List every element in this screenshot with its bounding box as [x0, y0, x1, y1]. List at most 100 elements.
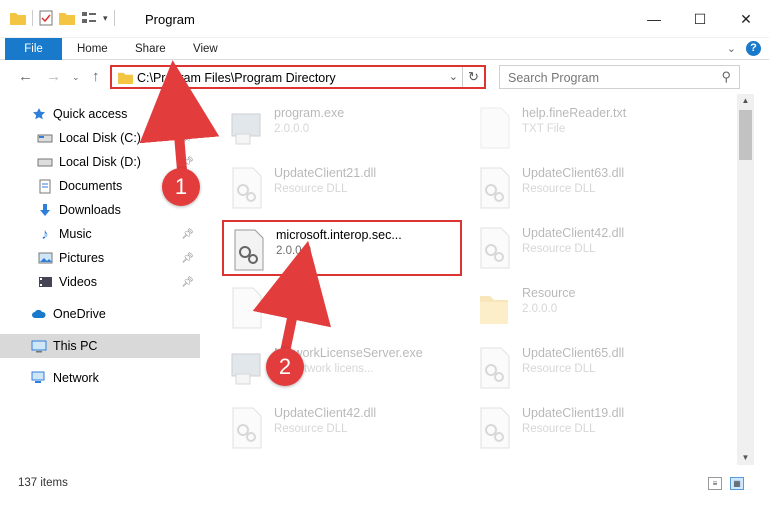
- star-icon: [30, 105, 48, 123]
- scroll-up-icon[interactable]: ▲: [737, 94, 754, 108]
- network-icon: [30, 369, 48, 387]
- quick-access-toolbar: ▾: [10, 10, 115, 26]
- file-tile-updateclient42[interactable]: UpdateClient42.dll Resource DLL: [470, 220, 710, 276]
- file-tile-help-txt[interactable]: help.fineReader.txt TXT File: [470, 100, 710, 156]
- file-name: microsoft.interop.sec...: [276, 228, 402, 242]
- close-icon[interactable]: ✕: [723, 0, 769, 38]
- file-detail: Resource DLL: [274, 423, 348, 435]
- pin-icon[interactable]: 📌︎: [181, 277, 194, 288]
- file-detail: TXT File: [522, 123, 566, 135]
- file-name: UpdateClient19.dll: [522, 406, 625, 420]
- chevron-down-icon[interactable]: ⌄: [449, 70, 458, 83]
- file-name: UpdateClient42.dll: [522, 226, 625, 240]
- file-tile-network-license-server[interactable]: NetworkLicenseServer.exe TT network lice…: [222, 340, 462, 396]
- file-detail: Resource DLL: [274, 183, 348, 195]
- search-icon[interactable]: ⚲: [721, 69, 731, 85]
- folder-icon: [118, 72, 133, 84]
- file-detail: Resource DLL: [522, 423, 596, 435]
- scroll-thumb[interactable]: [739, 110, 752, 160]
- step-badge-1: 1: [162, 168, 200, 206]
- file-detail: Resource DLL: [522, 363, 596, 375]
- search-placeholder: Search Program: [508, 71, 600, 85]
- address-path[interactable]: C:\Program Files\Program Directory: [137, 71, 336, 85]
- step-badge-2: 2: [266, 348, 304, 386]
- sidebar-item-quick-access[interactable]: Quick access: [0, 102, 200, 126]
- file-tile-updateclient19[interactable]: UpdateClient19.dll Resource DLL: [470, 400, 710, 456]
- minimize-icon[interactable]: —: [631, 0, 677, 38]
- sidebar-item-label: Documents: [59, 179, 123, 193]
- status-bar: 137 items ≡ ▦: [0, 472, 769, 494]
- file-tile-updateclient42-b[interactable]: UpdateClient42.dll Resource DLL: [222, 400, 462, 456]
- file-name: UpdateClient42.dll: [274, 406, 377, 420]
- pin-icon[interactable]: 📌︎: [181, 157, 194, 168]
- expand-ribbon-icon[interactable]: ⌄: [727, 42, 736, 55]
- large-icons-view-icon[interactable]: ▦: [730, 477, 744, 490]
- up-arrow-icon[interactable]: ↑: [92, 68, 100, 85]
- sidebar-item-pictures[interactable]: Pictures 📌︎: [0, 246, 200, 270]
- maximize-icon[interactable]: ☐: [677, 0, 723, 38]
- details-view-icon[interactable]: ≡: [708, 477, 722, 490]
- back-arrow-icon[interactable]: ←: [18, 68, 33, 85]
- file-name: UpdateClient21.dll: [274, 166, 377, 180]
- sidebar-item-this-pc[interactable]: This PC: [0, 334, 200, 358]
- drive-icon: [36, 129, 54, 147]
- dll-file-icon: [480, 167, 510, 209]
- file-name: UpdateClient63.dll: [522, 166, 625, 180]
- sidebar-item-network[interactable]: Network: [0, 366, 200, 390]
- file-tile-resource-folder[interactable]: Resource 2.0.0.0: [470, 280, 710, 336]
- sidebar-item-music[interactable]: ♪ Music 📌︎: [0, 222, 200, 246]
- address-bar[interactable]: C:\Program Files\Program Directory ⌄ ↻: [110, 65, 486, 89]
- pin-icon[interactable]: 📌︎: [181, 253, 194, 264]
- file-detail: Cab File: [274, 303, 317, 315]
- sidebar-item-videos[interactable]: Videos 📌︎: [0, 270, 200, 294]
- separator: [32, 10, 33, 26]
- help-icon[interactable]: ?: [746, 41, 761, 56]
- forward-arrow-icon[interactable]: →: [46, 68, 61, 85]
- sidebar-item-label: OneDrive: [53, 307, 106, 321]
- file-tile-updateclient63[interactable]: UpdateClient63.dll Resource DLL: [470, 160, 710, 216]
- file-tile-data[interactable]: data Cab File: [222, 280, 462, 336]
- videos-icon: [36, 273, 54, 291]
- chevron-down-icon[interactable]: ▾: [103, 13, 108, 24]
- tab-file[interactable]: File: [5, 38, 62, 60]
- file-list: program.exe 2.0.0.0 help.fineReader.txt …: [200, 94, 737, 465]
- sidebar-item-label: Network: [53, 371, 99, 385]
- music-icon: ♪: [41, 225, 49, 243]
- view-options-icon[interactable]: [81, 11, 97, 25]
- tab-share[interactable]: Share: [135, 38, 166, 60]
- file-tile-updateclient65[interactable]: UpdateClient65.dll Resource DLL: [470, 340, 710, 396]
- search-input[interactable]: Search Program ⚲: [499, 65, 740, 89]
- sidebar-item-local-disk-c[interactable]: Local Disk (C:) 📌︎: [0, 126, 200, 150]
- recent-locations-icon[interactable]: ⌄: [72, 72, 80, 83]
- pin-icon[interactable]: 📌︎: [181, 229, 194, 240]
- dll-file-icon: [234, 229, 264, 271]
- pin-icon[interactable]: 📌︎: [181, 133, 194, 144]
- file-name: Resource: [522, 286, 576, 300]
- dll-file-icon: [480, 227, 510, 269]
- folder-icon: [10, 13, 26, 25]
- window-controls: — ☐ ✕: [631, 0, 769, 38]
- tab-view[interactable]: View: [193, 38, 218, 60]
- sidebar-item-label: Pictures: [59, 251, 105, 265]
- file-name: UpdateClient65.dll: [522, 346, 625, 360]
- exe-file-icon: [231, 353, 261, 385]
- sidebar-item-label: Music: [59, 227, 92, 241]
- properties-icon[interactable]: [39, 10, 53, 26]
- scroll-down-icon[interactable]: ▼: [737, 451, 754, 465]
- navigation-bar: ← → ⌄ ↑ C:\Program Files\Program Directo…: [0, 60, 769, 94]
- dll-file-icon: [480, 347, 510, 389]
- file-tile-program-exe[interactable]: program.exe 2.0.0.0: [222, 100, 462, 156]
- computer-icon: [30, 337, 48, 355]
- new-folder-icon[interactable]: [59, 11, 75, 25]
- vertical-scrollbar[interactable]: ▲ ▼: [737, 94, 754, 465]
- exe-file-icon: [231, 113, 261, 145]
- refresh-icon[interactable]: ↻: [462, 67, 484, 87]
- file-tile-updateclient21[interactable]: UpdateClient21.dll Resource DLL: [222, 160, 462, 216]
- text-file-icon: [480, 107, 510, 149]
- file-tile-microsoft-interop[interactable]: microsoft.interop.sec... 2.0.0.0: [222, 220, 462, 276]
- sidebar-item-label: This PC: [53, 339, 98, 353]
- generic-file-icon: [232, 287, 262, 329]
- sidebar-item-label: Local Disk (C:): [59, 131, 141, 145]
- tab-home[interactable]: Home: [77, 38, 108, 60]
- sidebar-item-onedrive[interactable]: OneDrive: [0, 302, 200, 326]
